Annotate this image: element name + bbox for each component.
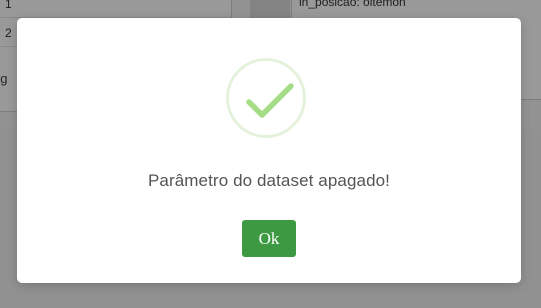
check-circle-icon <box>226 58 306 138</box>
ok-button[interactable]: Ok <box>242 220 296 257</box>
success-dialog: Parâmetro do dataset apagado! Ok <box>17 18 521 283</box>
dialog-message: Parâmetro do dataset apagado! <box>147 171 390 190</box>
